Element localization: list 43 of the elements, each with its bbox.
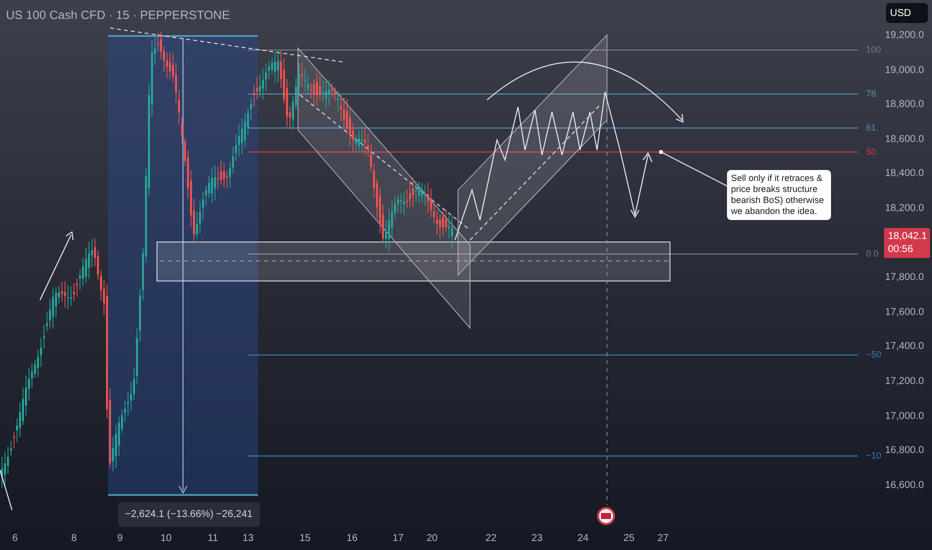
time-axis-label: 24 <box>577 532 589 546</box>
time-axis-label: 25 <box>623 532 635 546</box>
time-axis-label: 20 <box>426 532 438 546</box>
price-axis-label: 16,600.0 <box>885 478 924 493</box>
time-axis-label: 8 <box>71 532 77 546</box>
price-axis-label: 19,000.0 <box>885 64 924 78</box>
price-axis-label: 18,800.0 <box>885 98 924 112</box>
fibonacci-level-label: 50. <box>866 148 879 156</box>
price-axis-label: 17,400.0 <box>885 340 924 354</box>
time-axis-label: 13 <box>242 532 254 546</box>
price-axis-label: 17,800.0 <box>885 271 924 286</box>
time-axis-label: 22 <box>485 532 497 546</box>
price-axis-label: 18,200.0 <box>885 202 924 216</box>
time-axis-label: 16 <box>346 532 358 546</box>
price-axis-label: 17,200.0 <box>885 374 924 389</box>
price-axis-label: 18,600.0 <box>885 132 924 147</box>
time-axis-label: 15 <box>299 532 311 546</box>
time-axis-label: 9 <box>117 532 123 546</box>
fibonacci-level-label: −10 <box>866 452 882 460</box>
leader-line <box>660 152 730 188</box>
fibonacci-level-label: 100 <box>866 46 882 54</box>
fibonacci-level-label: 78. <box>866 90 879 98</box>
price-axis-label: 17,600.0 <box>885 306 924 320</box>
price-axis-label: 19,200.0 <box>885 29 924 43</box>
time-axis-label: 27 <box>657 532 669 546</box>
fibonacci-level-label: 61. <box>866 124 879 132</box>
measurement-label: −2,624.1 (−13.66%) −26,241 <box>118 502 260 527</box>
annotation-callout: Sell only if it retraces & price breaks structure bearish BoS) otherwise we abandon the idea. <box>727 170 831 220</box>
time-axis-label: 17 <box>392 532 404 546</box>
time-axis-label: 6 <box>12 532 18 546</box>
fibonacci-level-label: 0.0 <box>866 250 879 258</box>
chart-title: US 100 Cash CFD · 15 · PEPPERSTONE <box>6 7 230 24</box>
bar-countdown: 00:56 <box>888 243 914 256</box>
flag-icon <box>597 507 615 525</box>
time-axis-label: 23 <box>531 532 543 546</box>
price-axis-label: 17,000.0 <box>885 410 924 424</box>
price-axis-label: 16,800.0 <box>885 444 924 458</box>
time-axis-label: 10 <box>160 532 172 546</box>
fibonacci-level-label: −50 <box>866 350 882 360</box>
time-axis-label: 11 <box>208 532 218 546</box>
price-axis-label: 18,400.0 <box>885 167 924 182</box>
currency-button[interactable]: USD <box>886 3 928 23</box>
current-price: 18,042.1 <box>888 230 926 243</box>
